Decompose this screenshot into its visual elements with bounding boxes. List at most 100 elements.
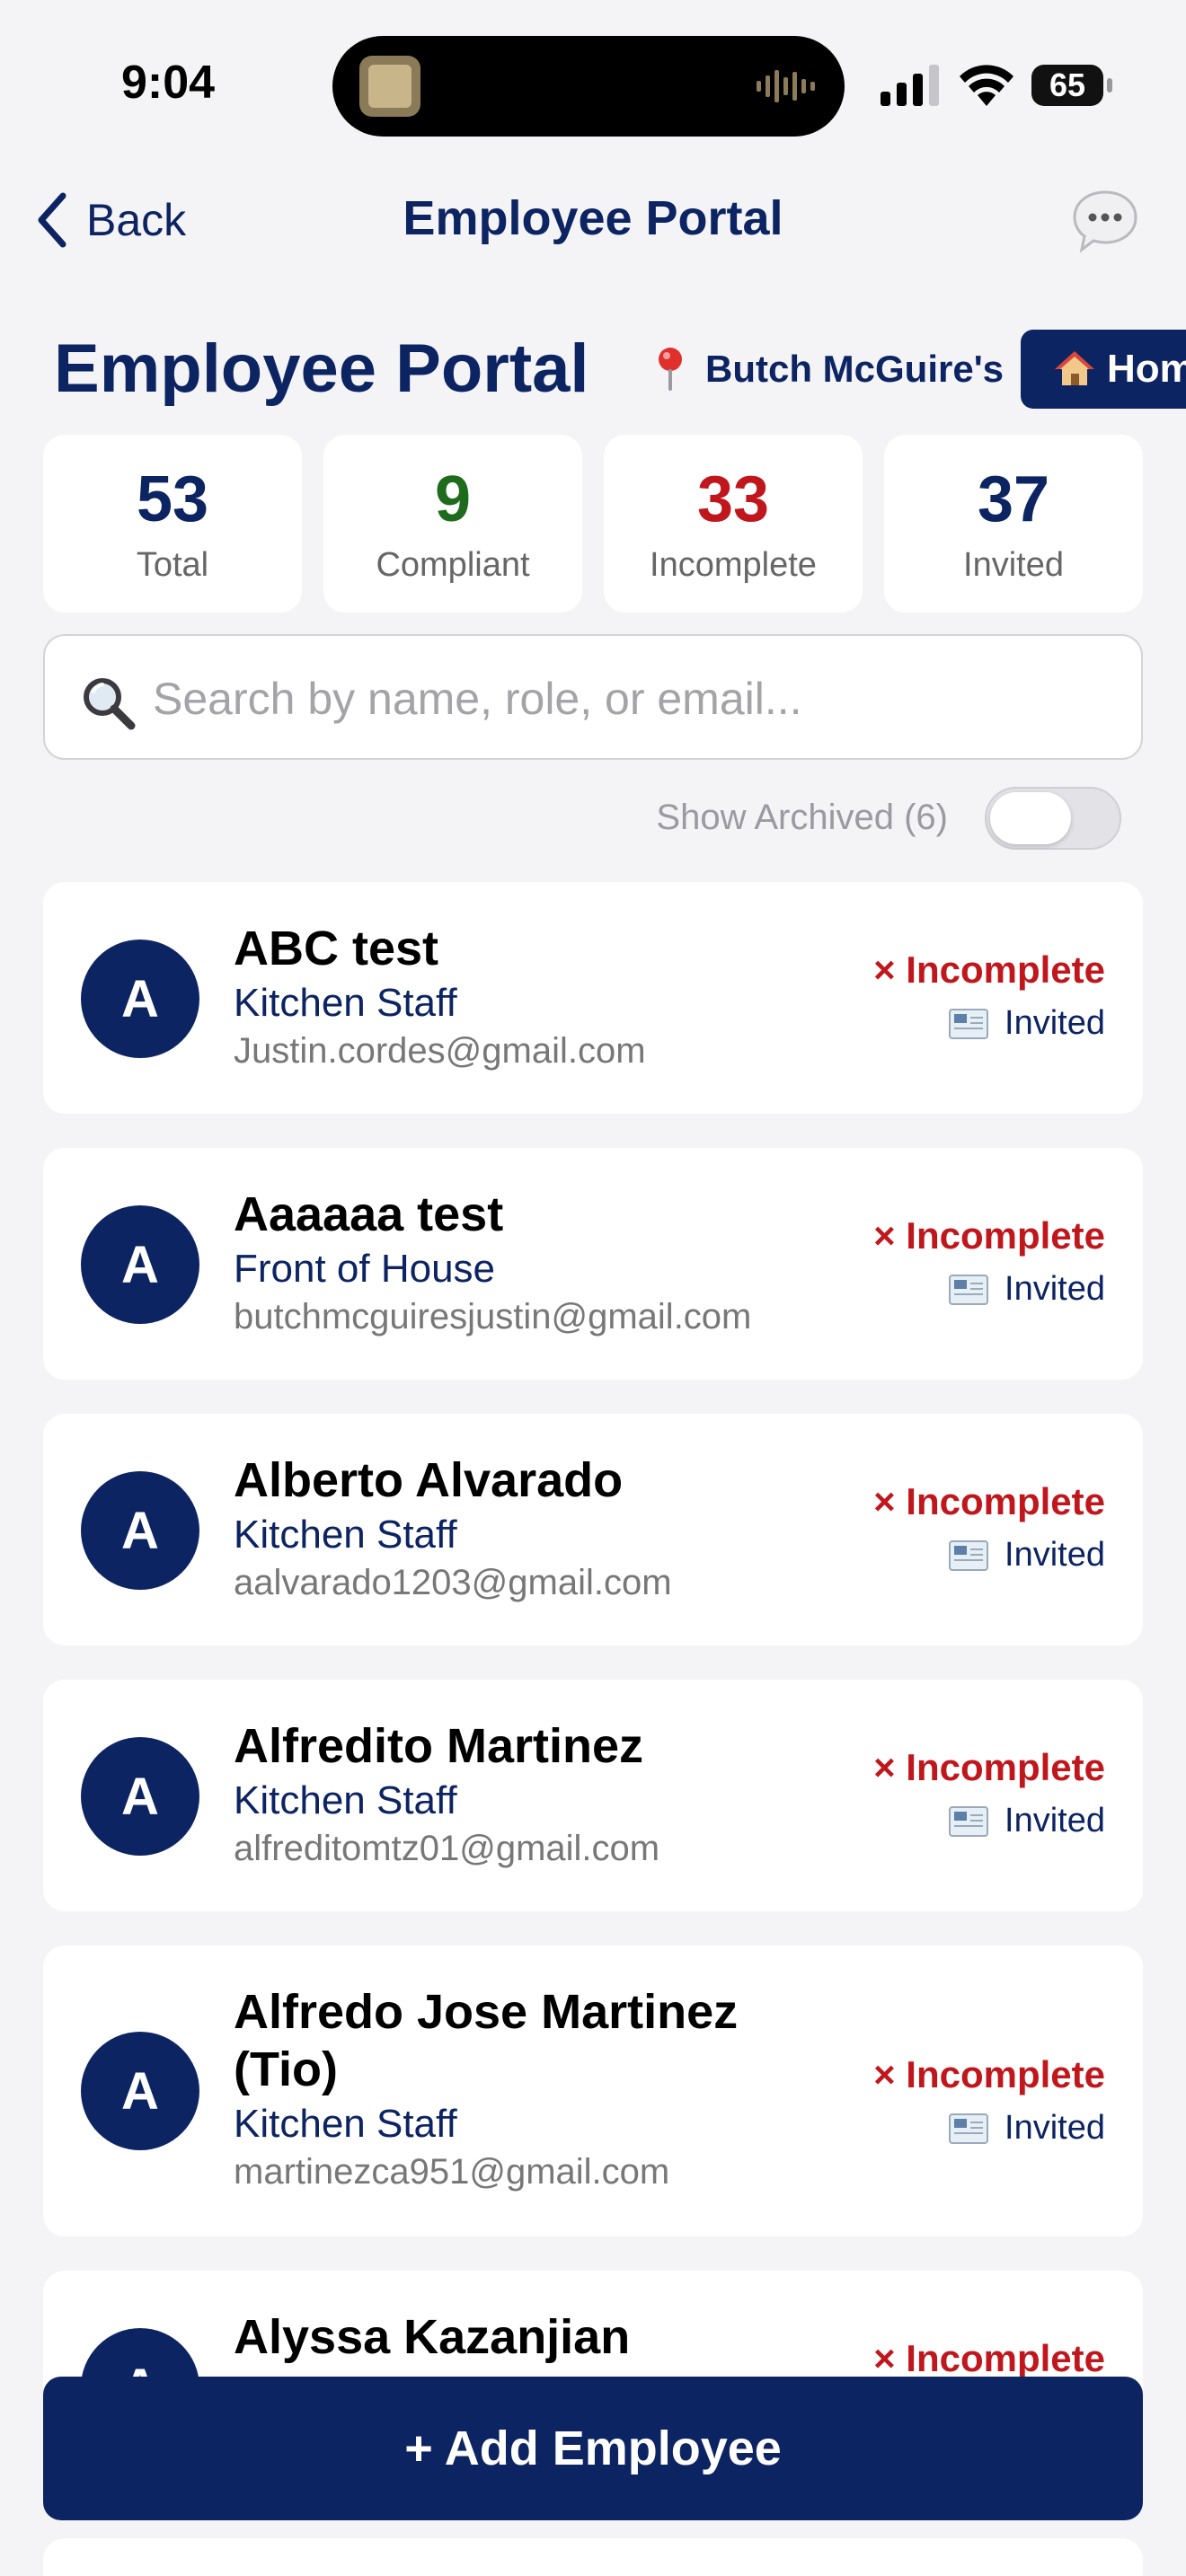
chat-bubble-icon[interactable] [1071,187,1139,255]
employee-status: × Incomplete Invited [873,2053,1105,2148]
employee-role: Kitchen Staff [234,2102,457,2146]
invite-status: Invited [873,1270,1105,1309]
back-label: Back [86,195,187,245]
employee-role: Front of House [234,1247,496,1291]
employee-name: Alfredito Martinez [234,1719,644,1773]
audio-waveform-icon [757,70,815,102]
location-pin-icon [659,348,682,391]
envelope-icon [949,2113,989,2144]
employee-email: Justin.cordes@gmail.com [234,1031,646,1071]
employee-card[interactable]: A Aaaaaa test Front of House butchmcguir… [43,1148,1143,1380]
employee-status: × Incomplete Invited [873,1214,1105,1309]
battery-indicator: 65 [1031,65,1112,106]
stat-label: Total [136,546,209,584]
employee-name: ABC test [234,922,439,975]
stat-label: Compliant [376,546,530,584]
chevron-left-icon [38,192,66,248]
employee-status: × Incomplete Invited [873,1746,1105,1840]
envelope-icon [949,1805,989,1837]
search-input[interactable] [153,663,1123,735]
employee-email: aalvarado1203@gmail.com [234,1563,672,1602]
stat-incomplete[interactable]: 33 Incomplete [604,435,863,613]
employee-email: butchmcguiresjustin@gmail.com [234,1297,752,1337]
show-archived-label: Show Archived (6) [656,798,948,837]
employee-card-partial [43,2538,1143,2576]
back-button[interactable]: Back [34,189,186,251]
invite-status: Invited [873,1536,1105,1575]
battery-tip [1107,78,1112,93]
wifi-icon [960,65,1013,106]
stat-value: 37 [977,463,1050,535]
stat-value: 53 [136,463,209,535]
page-header: Employee Portal Butch McGuire's Hom [0,328,1186,418]
employee-card[interactable]: A ABC test Kitchen Staff Justin.cordes@g… [43,882,1143,1114]
employee-info: Alfredo Jose Martinez (Tio) Kitchen Staf… [234,1983,809,2195]
employee-email: alfreditomtz01@gmail.com [234,1829,660,1868]
search-icon [84,678,136,730]
status-badge: × Incomplete [873,1746,1105,1788]
cellular-signal-icon [881,65,939,106]
envelope-icon [949,1008,989,1039]
status-badge: × Incomplete [873,948,1105,991]
stat-label: Invited [963,546,1064,584]
stat-invited[interactable]: 37 Invited [884,435,1143,613]
invite-label: Invited [1005,1004,1105,1042]
archived-filter: Show Archived (6) [0,785,1186,851]
invite-status: Invited [873,1004,1105,1043]
envelope-icon [949,1539,989,1571]
employee-card[interactable]: A Alfredo Jose Martinez (Tio) Kitchen St… [43,1945,1143,2236]
envelope-icon [949,1274,989,1305]
home-button[interactable]: Hom [1021,330,1186,409]
employee-name: Alberto Alvarado [234,1453,624,1507]
employee-role: Kitchen Staff [234,1513,457,1557]
invite-label: Invited [1005,1536,1105,1574]
employee-role: Kitchen Staff [234,1778,457,1822]
employee-name: Aaaaaa test [234,1187,504,1241]
add-employee-button[interactable]: + Add Employee [43,2377,1143,2520]
now-playing-thumbnail [359,56,420,117]
avatar: A [81,1737,199,1856]
employee-list: A ABC test Kitchen Staff Justin.cordes@g… [43,882,1143,2536]
employee-email: martinezca951@gmail.com [234,2152,670,2192]
status-badge: × Incomplete [873,2337,1105,2379]
show-archived-toggle[interactable] [985,787,1121,850]
status-badge: × Incomplete [873,1480,1105,1522]
dynamic-island[interactable] [332,36,845,137]
status-badge: × Incomplete [873,2053,1105,2095]
house-icon [1055,351,1094,385]
employee-card[interactable]: A Alberto Alvarado Kitchen Staff aalvara… [43,1414,1143,1645]
status-bar: 9:04 65 [0,0,1186,153]
employee-name: Alyssa Kazanjian [234,2310,631,2364]
invite-label: Invited [1005,1270,1105,1308]
employee-card[interactable]: A Alfredito Martinez Kitchen Staff alfre… [43,1680,1143,1911]
invite-status: Invited [873,1802,1105,1840]
search-bar [43,634,1143,760]
stat-label: Incomplete [650,546,817,584]
toggle-knob [990,792,1071,844]
avatar: A [81,2032,199,2150]
invite-label: Invited [1005,1802,1105,1839]
avatar: A [81,1471,199,1590]
employee-info: Alberto Alvarado Kitchen Staff aalvarado… [234,1451,863,1606]
stat-total[interactable]: 53 Total [43,435,302,613]
invite-label: Invited [1005,2109,1105,2147]
location-name: Butch McGuire's [705,348,1005,390]
employee-name: Alfredo Jose Martinez (Tio) [234,1985,739,2096]
employee-info: Alfredito Martinez Kitchen Staff alfredi… [234,1717,863,1872]
stat-compliant[interactable]: 9 Compliant [323,435,582,613]
stat-value: 33 [696,463,770,535]
employee-info: Aaaaaa test Front of House butchmcguires… [234,1186,863,1340]
status-time: 9:04 [121,57,216,109]
avatar: A [81,940,199,1058]
home-label: Hom [1107,347,1186,391]
employee-status: × Incomplete Invited [873,1480,1105,1575]
employee-status: × Incomplete [873,2337,1105,2380]
invite-status: Invited [873,2109,1105,2148]
employee-role: Kitchen Staff [234,981,457,1025]
battery-level: 65 [1031,65,1103,106]
stat-value: 9 [434,463,472,535]
employee-status: × Incomplete Invited [873,948,1105,1043]
stats-row: 53 Total 9 Compliant 33 Incomplete 37 In… [43,435,1143,613]
employee-info: Alyssa Kazanjian [234,2308,863,2368]
page-title: Employee Portal [54,331,589,407]
